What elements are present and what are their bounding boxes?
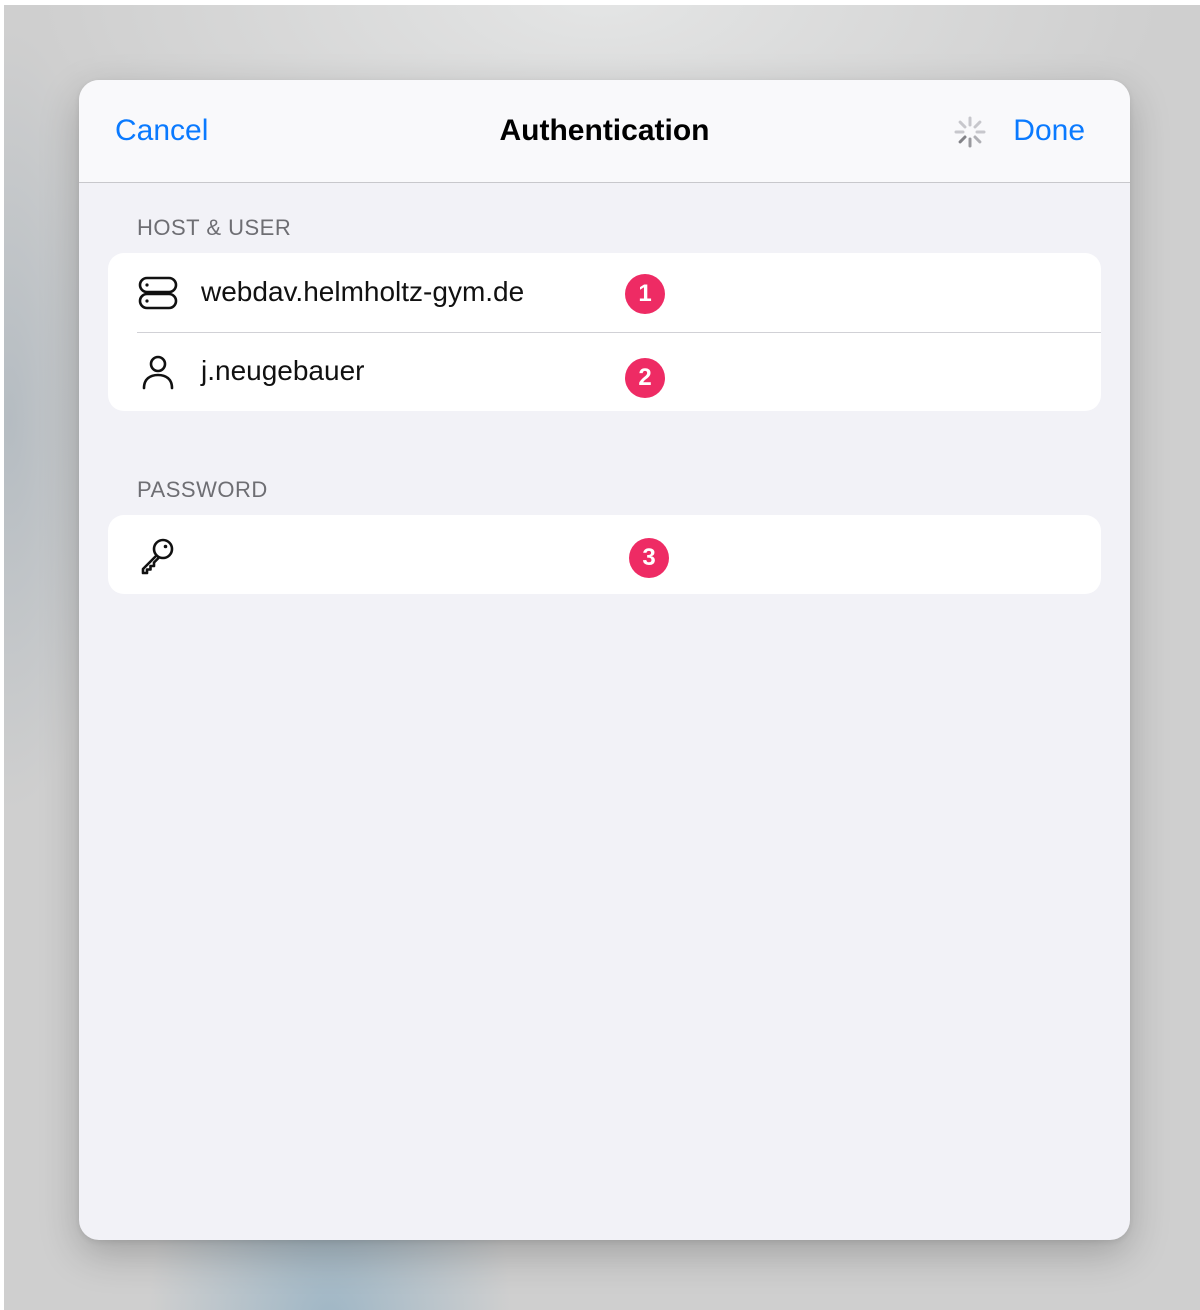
annotation-badge-1: 1 xyxy=(625,274,665,314)
navigation-bar: Cancel Authentication Done xyxy=(79,80,1130,183)
password-row[interactable]: 3 xyxy=(108,515,1101,594)
server-icon xyxy=(138,276,178,310)
key-icon xyxy=(141,538,174,575)
activity-spinner-icon xyxy=(954,116,986,148)
person-icon xyxy=(142,355,174,390)
username-value: j.neugebauer xyxy=(201,355,365,386)
host-user-group: webdav.helmholtz-gym.de 1 j.neugebauer 2 xyxy=(108,253,1101,411)
authentication-sheet: Cancel Authentication Done HOST & USER w… xyxy=(79,80,1130,1240)
done-button[interactable]: Done xyxy=(1013,114,1085,148)
screen-edge-left xyxy=(0,0,4,1310)
annotation-badge-2: 2 xyxy=(625,358,665,398)
screen-edge-top xyxy=(0,0,1200,5)
section-header-host-user: HOST & USER xyxy=(137,215,292,240)
host-value: webdav.helmholtz-gym.de xyxy=(201,276,525,307)
section-header-password: PASSWORD xyxy=(137,477,268,502)
password-group: 3 xyxy=(108,515,1101,594)
host-row[interactable]: webdav.helmholtz-gym.de 1 xyxy=(108,253,1101,332)
username-row[interactable]: j.neugebauer 2 xyxy=(108,332,1101,411)
annotation-badge-3: 3 xyxy=(629,538,669,578)
